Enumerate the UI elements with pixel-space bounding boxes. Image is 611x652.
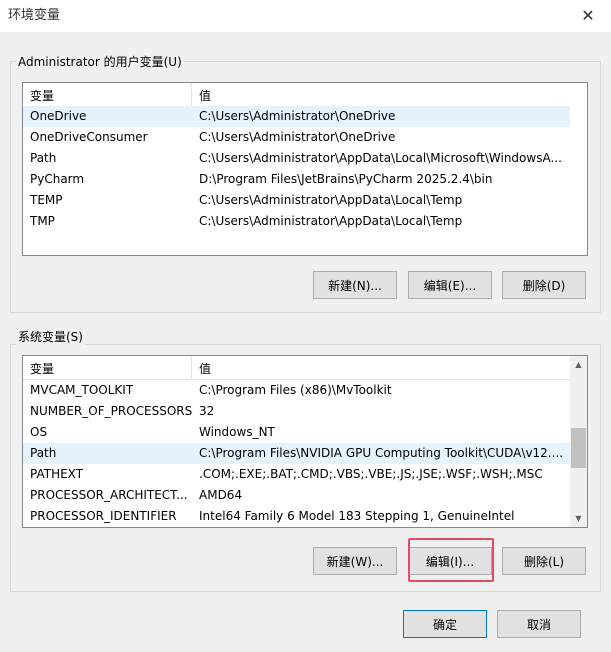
system-col-value-header[interactable]: 值 <box>199 360 211 377</box>
system-vars-header: 变量 值 <box>23 356 572 380</box>
var-name: NUMBER_OF_PROCESSORS <box>30 404 193 418</box>
cancel-button[interactable]: 取消 <box>497 610 581 638</box>
user-delete-button[interactable]: 删除(D) <box>502 271 586 299</box>
close-icon[interactable]: ✕ <box>565 0 611 30</box>
scroll-down-icon[interactable]: ▼ <box>570 510 587 527</box>
var-name: PyCharm <box>30 172 85 186</box>
var-value: C:\Users\Administrator\AppData\Local\Tem… <box>199 193 463 207</box>
user-col-separator[interactable] <box>191 83 192 106</box>
var-value: .COM;.EXE;.BAT;.CMD;.VBS;.VBE;.JS;.JSE;.… <box>199 467 543 481</box>
table-row[interactable]: TMP C:\Users\Administrator\AppData\Local… <box>23 211 570 232</box>
var-value: C:\Users\Administrator\OneDrive <box>199 109 396 123</box>
table-row[interactable]: TEMP C:\Users\Administrator\AppData\Loca… <box>23 190 570 211</box>
ok-button[interactable]: 确定 <box>403 610 487 638</box>
var-value: C:\Users\Administrator\AppData\Local\Mic… <box>199 151 562 165</box>
table-row[interactable]: OneDriveConsumer C:\Users\Administrator\… <box>23 127 570 148</box>
table-row[interactable]: OneDrive C:\Users\Administrator\OneDrive <box>23 106 570 127</box>
system-new-button[interactable]: 新建(W)... <box>313 547 397 575</box>
var-value: Windows_NT <box>199 425 275 439</box>
var-value: Intel64 Family 6 Model 183 Stepping 1, G… <box>199 509 515 523</box>
user-new-button[interactable]: 新建(N)... <box>313 271 397 299</box>
var-name: TMP <box>30 214 55 228</box>
var-name: Path <box>30 446 57 460</box>
user-col-name-header[interactable]: 变量 <box>30 87 54 104</box>
var-value: C:\Users\Administrator\OneDrive <box>199 130 396 144</box>
var-value: AMD64 <box>199 488 243 502</box>
table-row[interactable]: MVCAM_TOOLKIT C:\Program Files (x86)\MvT… <box>23 380 572 401</box>
table-row[interactable]: PyCharm D:\Program Files\JetBrains\PyCha… <box>23 169 570 190</box>
user-vars-header: 变量 值 <box>23 83 570 107</box>
var-name: TEMP <box>30 193 63 207</box>
table-row[interactable]: Path C:\Program Files\NVIDIA GPU Computi… <box>23 443 572 464</box>
system-delete-button[interactable]: 删除(L) <box>502 547 586 575</box>
window-title: 环境变量 <box>8 8 61 23</box>
var-name: MVCAM_TOOLKIT <box>30 383 134 397</box>
user-edit-button[interactable]: 编辑(E)... <box>408 271 492 299</box>
scroll-thumb[interactable] <box>571 428 586 468</box>
user-vars-group-label: Administrator 的用户变量(U) <box>16 53 184 70</box>
var-name: OneDrive <box>30 109 87 123</box>
table-row[interactable]: NUMBER_OF_PROCESSORS 32 <box>23 401 572 422</box>
var-name: PROCESSOR_ARCHITECT... <box>30 488 188 502</box>
var-value: C:\Program Files (x86)\MvToolkit <box>199 383 392 397</box>
edit-button-highlight <box>408 538 494 582</box>
table-row[interactable]: PATHEXT .COM;.EXE;.BAT;.CMD;.VBS;.VBE;.J… <box>23 464 572 485</box>
var-value: C:\Users\Administrator\AppData\Local\Tem… <box>199 214 463 228</box>
var-name: PATHEXT <box>30 467 84 481</box>
scroll-up-icon[interactable]: ▲ <box>570 356 587 373</box>
system-vars-list[interactable]: 变量 值 MVCAM_TOOLKIT C:\Program Files (x86… <box>22 355 588 528</box>
user-vars-list[interactable]: 变量 值 OneDrive C:\Users\Administrator\One… <box>22 82 588 256</box>
var-name: PROCESSOR_IDENTIFIER <box>30 509 177 523</box>
table-row[interactable]: Path C:\Users\Administrator\AppData\Loca… <box>23 148 570 169</box>
title-bar: 环境变量 ✕ <box>0 0 611 32</box>
table-row[interactable]: OS Windows_NT <box>23 422 572 443</box>
table-row[interactable]: PROCESSOR_ARCHITECT... AMD64 <box>23 485 572 506</box>
user-col-value-header[interactable]: 值 <box>199 87 211 104</box>
system-col-separator[interactable] <box>191 356 192 379</box>
system-vars-group-label: 系统变量(S) <box>16 328 85 345</box>
system-col-name-header[interactable]: 变量 <box>30 360 54 377</box>
var-name: OneDriveConsumer <box>30 130 148 144</box>
table-row[interactable]: PROCESSOR_IDENTIFIER Intel64 Family 6 Mo… <box>23 506 572 527</box>
var-value: 32 <box>199 404 215 418</box>
system-vars-scrollbar[interactable]: ▲ ▼ <box>570 356 587 527</box>
var-name: OS <box>30 425 48 439</box>
var-value: C:\Program Files\NVIDIA GPU Computing To… <box>199 446 564 460</box>
var-name: Path <box>30 151 57 165</box>
var-value: D:\Program Files\JetBrains\PyCharm 2025.… <box>199 172 493 186</box>
